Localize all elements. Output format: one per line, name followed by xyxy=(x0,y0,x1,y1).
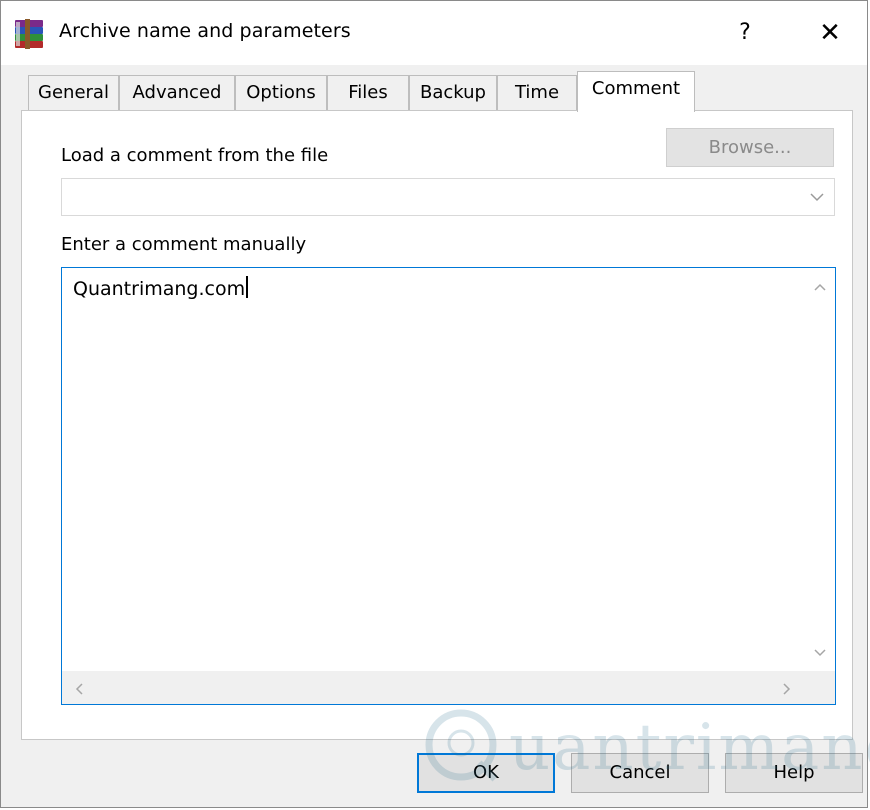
comment-textarea[interactable]: Quantrimang.com xyxy=(61,267,836,705)
load-comment-label: Load a comment from the file xyxy=(61,145,329,166)
tab-advanced[interactable]: Advanced xyxy=(119,75,235,110)
scroll-right-arrow-icon[interactable] xyxy=(782,682,792,696)
manual-comment-label: Enter a comment manually xyxy=(61,234,307,255)
title-help-button[interactable]: ? xyxy=(723,13,767,53)
tab-comment[interactable]: Comment xyxy=(577,71,695,112)
scroll-left-arrow-icon[interactable] xyxy=(74,682,84,696)
tab-general[interactable]: General xyxy=(28,75,119,110)
chevron-down-icon[interactable] xyxy=(808,187,826,205)
scroll-down-arrow-icon[interactable] xyxy=(813,648,827,658)
horizontal-scrollbar[interactable] xyxy=(62,671,805,704)
scroll-up-arrow-icon[interactable] xyxy=(813,282,827,292)
browse-button[interactable]: Browse... xyxy=(666,128,834,167)
winrar-books-icon xyxy=(15,19,43,49)
comment-panel: Load a comment from the file Browse... E… xyxy=(21,110,853,740)
tab-files[interactable]: Files xyxy=(327,75,409,110)
vertical-scrollbar[interactable] xyxy=(805,268,835,671)
cancel-button[interactable]: Cancel xyxy=(571,753,709,793)
ok-button[interactable]: OK xyxy=(417,753,555,793)
scrollbar-corner xyxy=(805,671,835,704)
window-title: Archive name and parameters xyxy=(59,20,351,42)
tab-options[interactable]: Options xyxy=(235,75,327,110)
comment-text-value: Quantrimang.com xyxy=(73,278,246,300)
comment-text: Quantrimang.com xyxy=(73,276,249,300)
tab-time[interactable]: Time xyxy=(497,75,577,110)
text-caret xyxy=(246,276,249,298)
tab-backup[interactable]: Backup xyxy=(409,75,497,110)
dialog-window: Archive name and parameters ? ✕ General … xyxy=(0,0,870,808)
help-button[interactable]: Help xyxy=(725,753,863,793)
close-button[interactable]: ✕ xyxy=(805,13,855,53)
comment-file-combobox[interactable] xyxy=(61,178,835,216)
title-bar: Archive name and parameters ? ✕ xyxy=(1,1,867,65)
